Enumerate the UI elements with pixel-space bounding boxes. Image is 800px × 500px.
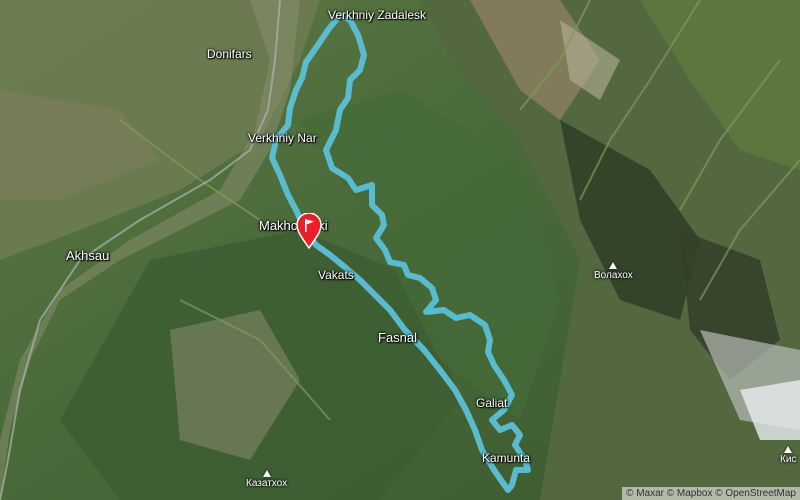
peak-name: Волахох [594,270,633,281]
peak-name: Казатхох [246,478,288,489]
peak-icon [784,446,793,453]
peak-label: Волахох [594,262,633,281]
place-label: Kamunta [482,451,531,465]
satellite-terrain [0,0,800,500]
peak-icon [262,470,271,477]
start-flag-marker-icon[interactable] [296,213,322,249]
place-label: Vakats [318,268,354,282]
map-view[interactable]: Verkhniy Zadalesk Donifars Verkhniy Nar … [0,0,800,500]
map-attribution[interactable]: © Maxar © Mapbox © OpenStreetMap [622,487,800,500]
place-label: Akhsau [66,248,110,263]
place-label: Galiat [476,396,508,410]
peak-label: Кис [780,446,796,465]
peak-icon [609,262,618,269]
place-label: Donifars [207,47,252,61]
place-label: Verkhniy Nar [248,131,317,145]
peak-label: Казатхох [246,470,287,489]
peak-name: Кис [780,454,797,465]
place-label: Fasnal [378,330,418,345]
place-label: Verkhniy Zadalesk [328,8,427,22]
